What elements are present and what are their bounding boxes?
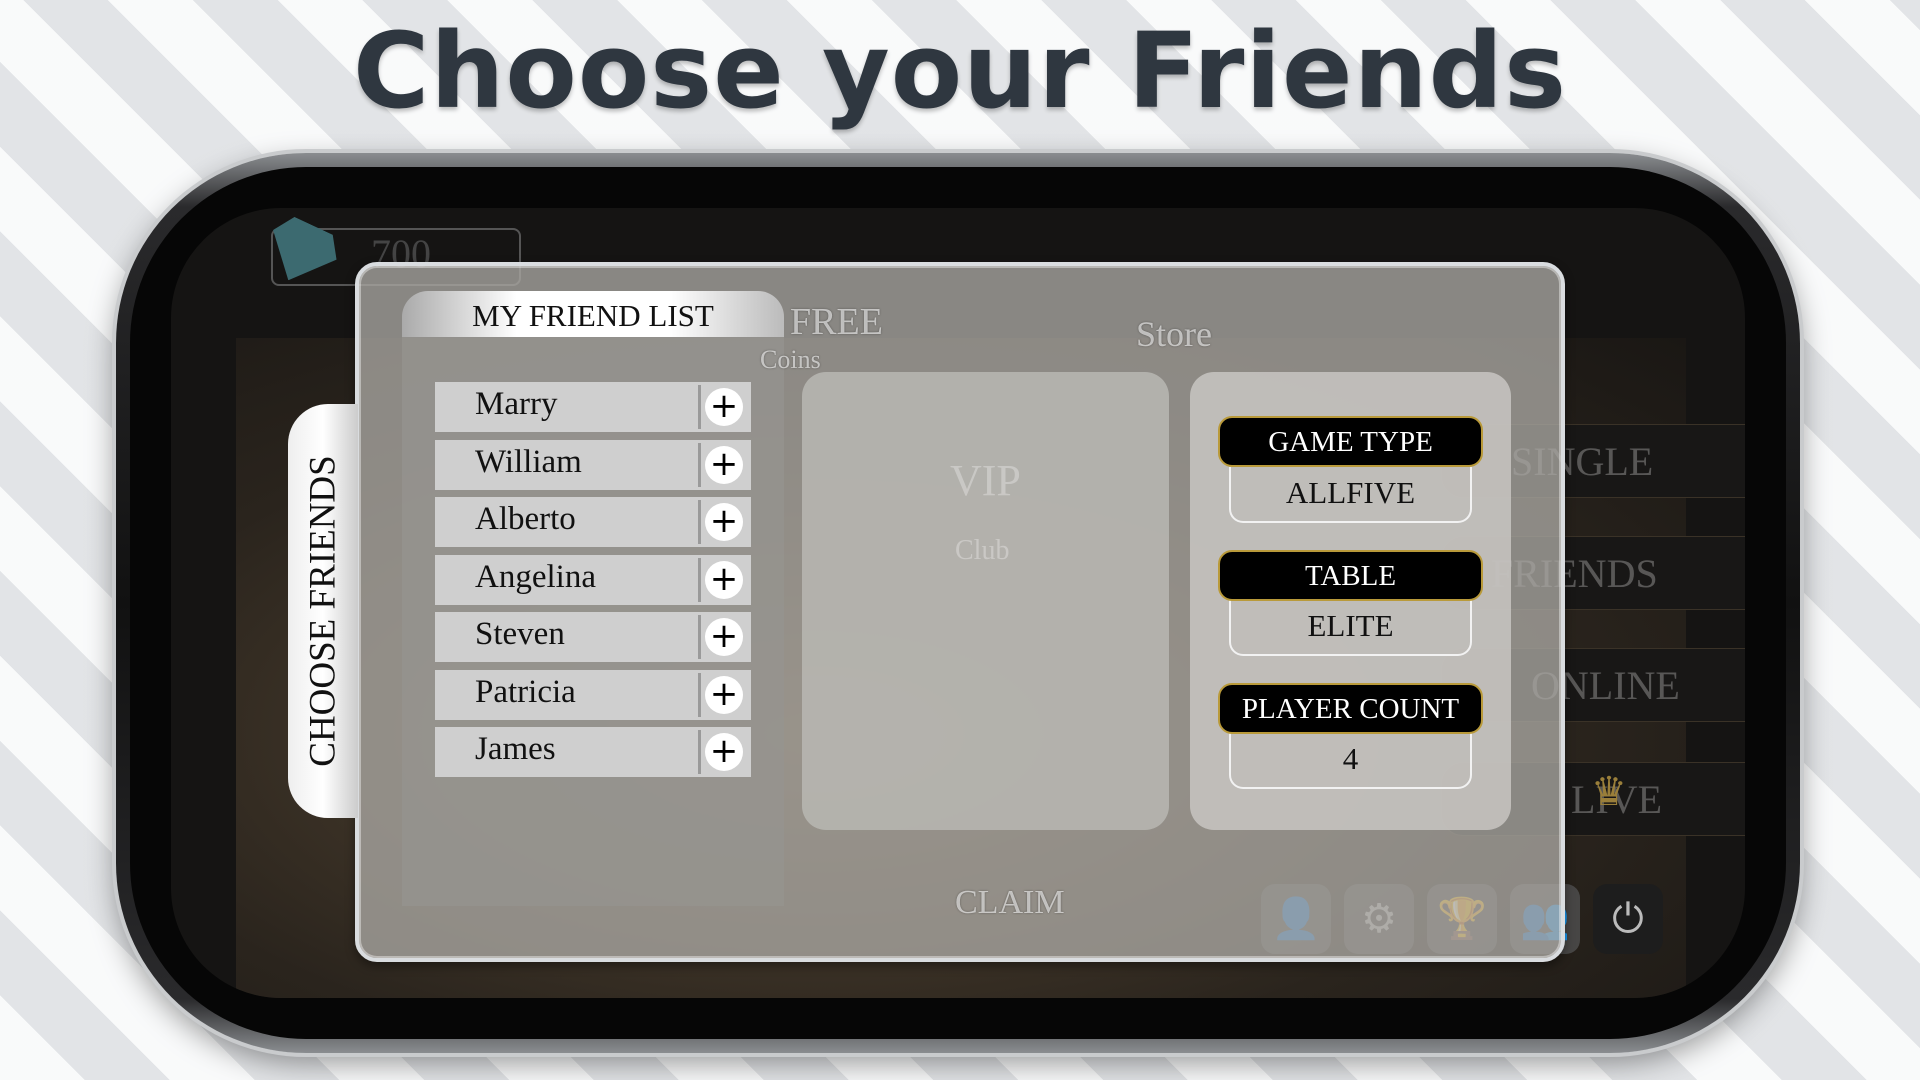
friend-list-panel: MY FRIEND LIST Marry + William + Alberto + Ang… bbox=[402, 291, 784, 906]
friend-list-title: MY FRIEND LIST bbox=[402, 291, 784, 337]
friend-name: James bbox=[475, 731, 556, 767]
vip-club-label: VIP bbox=[950, 456, 1021, 505]
add-friend-button[interactable]: + bbox=[705, 675, 743, 714]
add-friend-button[interactable]: + bbox=[705, 503, 743, 541]
store-button[interactable]: Store bbox=[1136, 313, 1212, 355]
divider bbox=[698, 615, 701, 659]
selected-friends-panel bbox=[802, 372, 1169, 830]
headline: Choose your Friends bbox=[353, 10, 1567, 132]
friend-row: Alberto + bbox=[435, 497, 751, 547]
add-friend-button[interactable]: + bbox=[705, 560, 743, 599]
divider bbox=[698, 442, 701, 487]
game-type-label: GAME TYPE bbox=[1218, 416, 1483, 467]
player-count-value[interactable]: 4 bbox=[1229, 733, 1472, 789]
coins-label: Coins bbox=[760, 345, 821, 374]
friend-name: Steven bbox=[475, 616, 565, 652]
free-coins-label: FREE bbox=[790, 301, 883, 343]
table-value[interactable]: ELITE bbox=[1229, 600, 1472, 656]
friend-name: Patricia bbox=[475, 673, 576, 710]
friend-name: William bbox=[475, 443, 582, 480]
player-count-label: PLAYER COUNT bbox=[1218, 683, 1483, 734]
power-icon[interactable]: ⏻ bbox=[1593, 884, 1663, 954]
friend-name: Angelina bbox=[475, 558, 596, 595]
divider bbox=[698, 385, 701, 429]
choose-friends-tab-label: CHOOSE FRIENDS bbox=[302, 455, 344, 767]
club-label: Club bbox=[955, 535, 1010, 566]
friend-row: Patricia + bbox=[435, 669, 751, 720]
choose-friends-tab: CHOOSE FRIENDS bbox=[288, 404, 358, 818]
divider bbox=[698, 672, 701, 717]
friend-name: Alberto bbox=[475, 501, 576, 537]
friend-name: Marry bbox=[475, 386, 558, 422]
friend-row: Angelina + bbox=[435, 554, 751, 605]
add-friend-button[interactable]: + bbox=[705, 445, 743, 484]
table-label: TABLE bbox=[1218, 550, 1483, 601]
divider bbox=[698, 730, 701, 774]
friend-row: William + bbox=[435, 439, 751, 490]
divider bbox=[698, 500, 701, 544]
game-type-value[interactable]: ALLFIVE bbox=[1229, 467, 1472, 523]
friend-row: James + bbox=[435, 727, 751, 777]
add-friend-button[interactable]: + bbox=[705, 388, 743, 426]
claim-button[interactable]: CLAIM bbox=[955, 884, 1065, 922]
add-friend-button[interactable]: + bbox=[705, 733, 743, 771]
add-friend-button[interactable]: + bbox=[705, 618, 743, 656]
friend-row: Steven + bbox=[435, 612, 751, 662]
crown-icon: ♛ bbox=[1591, 769, 1627, 814]
divider bbox=[698, 557, 701, 602]
friend-row: Marry + bbox=[435, 382, 751, 432]
